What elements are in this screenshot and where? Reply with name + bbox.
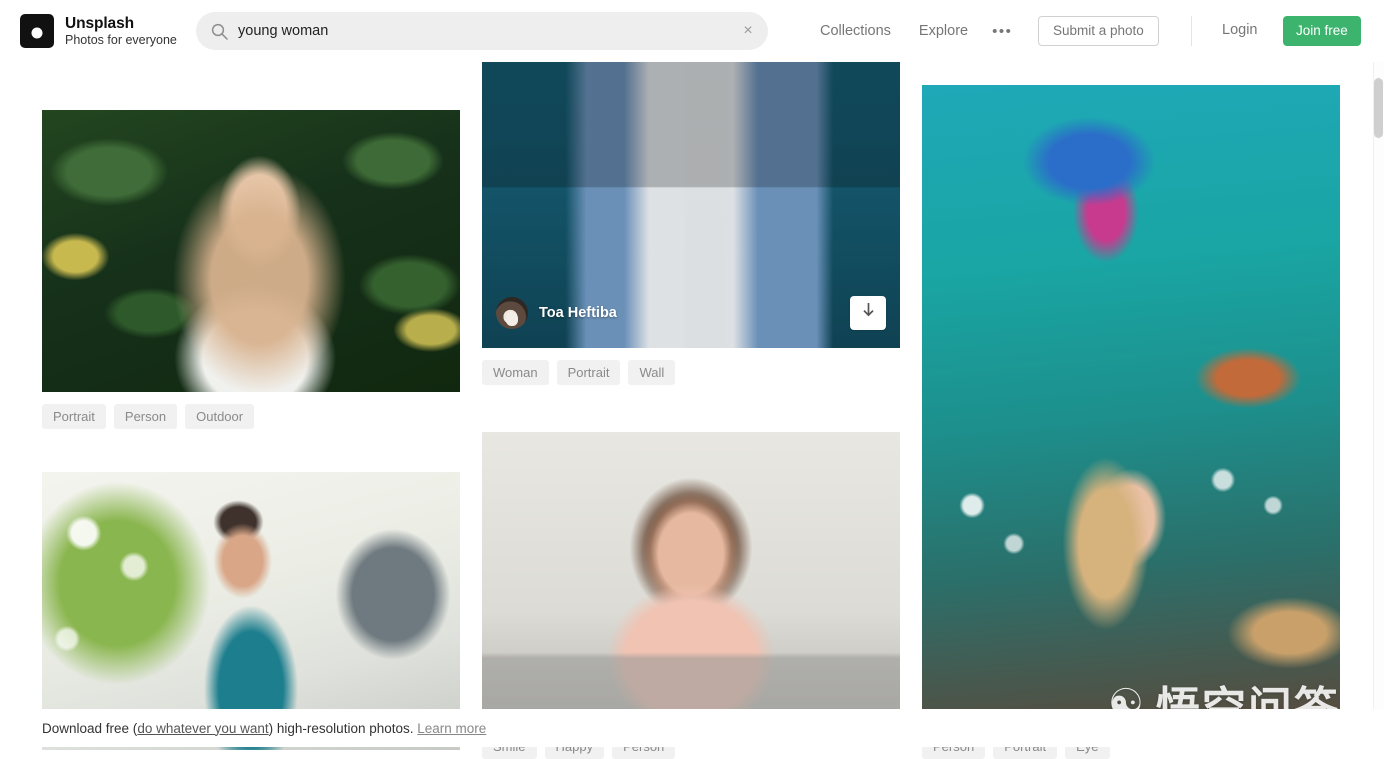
banner-message: Download free (do whatever you want) hig… [42,721,486,736]
tag[interactable]: Woman [482,360,549,385]
brand-tagline: Photos for everyone [65,33,177,47]
photo-image[interactable] [482,432,900,722]
tag[interactable]: Person [114,404,177,429]
banner-license-link[interactable]: do whatever you want [137,721,268,736]
banner-learn-more-link[interactable]: Learn more [417,721,486,736]
submit-photo-button[interactable]: Submit a photo [1038,16,1159,46]
header-divider [1191,16,1192,46]
download-button[interactable] [850,296,886,330]
avatar [496,297,528,329]
site-header: Unsplash Photos for everyone × Collectio… [0,0,1384,62]
brand-logo[interactable]: Unsplash Photos for everyone [20,14,177,48]
tag[interactable]: Portrait [557,360,621,385]
tag[interactable]: Outdoor [185,404,254,429]
tag[interactable]: Wall [628,360,675,385]
brand-name: Unsplash [65,15,177,32]
main-nav: Collections Explore ••• [806,0,1022,62]
photographer-credit[interactable]: Toa Heftiba [496,297,617,329]
banner-prefix: Download free ( [42,721,137,736]
nav-item-collections[interactable]: Collections [806,23,905,39]
nav-item-explore[interactable]: Explore [905,23,982,39]
photo-image[interactable] [42,110,460,392]
join-free-button[interactable]: Join free [1283,16,1361,46]
photo-grid: Writing Coffee Writer Portrait Person Ou… [0,0,1384,747]
tag-list: Portrait Person Outdoor [42,404,460,429]
search-clear-button[interactable]: × [731,12,765,50]
bottom-banner: Download free (do whatever you want) hig… [0,709,1384,747]
camera-icon [20,14,54,48]
photographer-name: Toa Heftiba [539,305,617,321]
photo-card-foliage-portrait[interactable]: Portrait Person Outdoor [42,110,460,429]
photo-overlay: Toa Heftiba [482,278,900,348]
tag-list: Woman Portrait Wall [482,360,900,385]
tag[interactable]: Portrait [42,404,106,429]
vertical-scrollbar-track[interactable] [1373,62,1384,747]
close-icon: × [743,23,752,39]
banner-middle: ) high-resolution photos. [269,721,418,736]
camera-lens-icon [32,27,43,38]
search-icon [211,23,228,40]
vertical-scrollbar-thumb[interactable] [1374,78,1383,138]
more-menu-icon[interactable]: ••• [982,23,1022,40]
photo-card-bokeh-portrait[interactable]: Person Portrait Eye [922,85,1340,759]
download-arrow-icon [861,302,876,324]
login-link[interactable]: Login [1222,22,1257,38]
search-input[interactable] [238,12,731,50]
search-bar[interactable]: × [196,12,768,50]
photo-image[interactable] [922,85,1340,722]
